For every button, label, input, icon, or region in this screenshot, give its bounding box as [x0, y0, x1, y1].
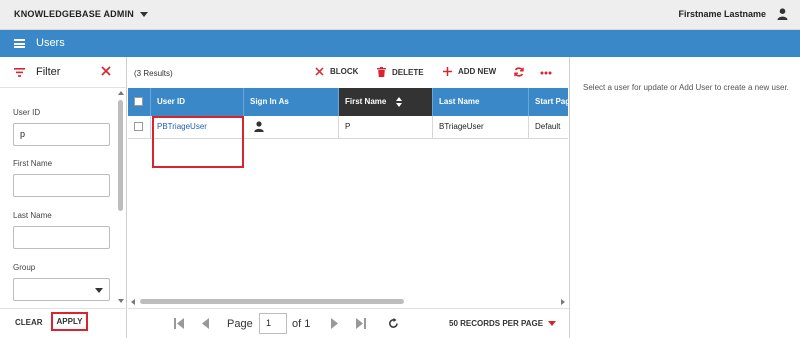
scroll-up-icon[interactable]: [118, 91, 124, 95]
records-per-page-label: 50 RECORDS PER PAGE: [449, 319, 544, 328]
last-name-cell: BTriageUser: [433, 116, 529, 139]
app-title: KNOWLEDGEBASE ADMIN: [14, 9, 134, 19]
filter-divider: [0, 308, 127, 309]
column-header-last-name[interactable]: Last Name: [433, 88, 529, 116]
user-id-label: User ID: [13, 108, 41, 117]
apply-button[interactable]: APPLY: [51, 312, 88, 331]
column-header-sign-in-as[interactable]: Sign In As: [244, 88, 339, 116]
user-name[interactable]: Firstname Lastname: [678, 9, 766, 19]
scrollbar-thumb[interactable]: [140, 299, 404, 304]
filter-title: Filter: [36, 66, 61, 78]
user-id-field[interactable]: p: [13, 123, 110, 146]
block-icon: [315, 67, 324, 76]
start-page-cell: Default: [535, 122, 561, 131]
last-name-label: Last Name: [13, 211, 52, 220]
group-select[interactable]: [13, 278, 110, 301]
filter-icon: [14, 68, 25, 77]
chevron-down-icon: [548, 321, 557, 326]
select-all-cell: [128, 88, 151, 116]
grid-header: User ID Sign In As First Name Last Name …: [128, 88, 568, 116]
sign-in-as-user-icon[interactable]: [254, 121, 264, 132]
first-page-icon[interactable]: [174, 318, 184, 329]
last-name-field[interactable]: [13, 226, 110, 249]
first-name-cell: P: [339, 116, 433, 139]
block-label: BLOCK: [330, 67, 359, 76]
users-grid-panel: (3 Results) BLOCK DELETE ADD NEW User ID…: [128, 57, 569, 338]
panel-divider: [569, 57, 570, 338]
add-new-button[interactable]: ADD NEW: [443, 67, 496, 76]
sort-icon[interactable]: [396, 97, 402, 107]
block-button[interactable]: BLOCK: [315, 67, 358, 76]
pagination-bar: Page 1 of 1 50 RECORDS PER PAGE: [128, 308, 569, 338]
page-label: Page: [227, 318, 253, 330]
users-grid: User ID Sign In As First Name Last Name …: [128, 88, 568, 298]
group-label: Group: [13, 263, 36, 272]
delete-button[interactable]: DELETE: [377, 67, 424, 77]
hamburger-menu-icon[interactable]: [14, 39, 25, 48]
trash-icon: [377, 67, 386, 77]
scroll-left-icon[interactable]: [131, 299, 135, 305]
first-name-field[interactable]: [13, 174, 110, 197]
grid-horizontal-scrollbar[interactable]: [128, 297, 568, 307]
column-header-start-page[interactable]: Start Pag: [529, 88, 568, 116]
scrollbar-thumb[interactable]: [118, 100, 123, 211]
scroll-down-icon[interactable]: [118, 299, 124, 303]
last-page-icon[interactable]: [356, 318, 366, 329]
page-title: Users: [36, 37, 65, 49]
top-bar: KNOWLEDGEBASE ADMIN Firstname Lastname: [0, 0, 800, 30]
filter-header: Filter: [0, 57, 127, 88]
scroll-right-icon[interactable]: [561, 299, 565, 305]
user-id-highlight: [152, 116, 244, 168]
column-header-first-name[interactable]: First Name: [339, 88, 433, 116]
page-of-label: of 1: [292, 318, 311, 330]
add-new-label: ADD NEW: [458, 67, 497, 76]
chevron-down-icon: [139, 11, 148, 17]
first-name-header-label: First Name: [345, 97, 387, 106]
user-icon[interactable]: [777, 8, 788, 20]
refresh-page-icon[interactable]: [388, 318, 399, 329]
plus-icon: [443, 67, 452, 76]
title-bar: Users: [0, 30, 800, 57]
next-page-icon[interactable]: [331, 318, 339, 329]
sign-in-as-cell: [244, 116, 339, 139]
refresh-icon[interactable]: [514, 67, 524, 77]
chevron-down-icon: [95, 288, 103, 293]
app-menu[interactable]: KNOWLEDGEBASE ADMIN: [14, 9, 148, 19]
delete-label: DELETE: [392, 67, 424, 77]
page-number-input[interactable]: 1: [259, 313, 287, 334]
detail-placeholder-message: Select a user for update or Add User to …: [583, 83, 789, 92]
close-icon[interactable]: [101, 66, 111, 76]
row-checkbox[interactable]: [134, 122, 143, 131]
more-options-icon[interactable]: [540, 71, 552, 75]
clear-button[interactable]: CLEAR: [15, 318, 43, 327]
records-per-page-select[interactable]: 50 RECORDS PER PAGE: [449, 319, 557, 328]
first-name-label: First Name: [13, 159, 53, 168]
filter-scrollbar[interactable]: [117, 91, 125, 303]
select-all-checkbox[interactable]: [134, 97, 143, 106]
filter-panel: Filter User ID p First Name Last Name Gr…: [0, 57, 127, 338]
results-count: (3 Results): [134, 69, 173, 78]
previous-page-icon[interactable]: [201, 318, 209, 329]
column-header-user-id[interactable]: User ID: [151, 88, 244, 116]
row-select-cell: [128, 116, 151, 139]
